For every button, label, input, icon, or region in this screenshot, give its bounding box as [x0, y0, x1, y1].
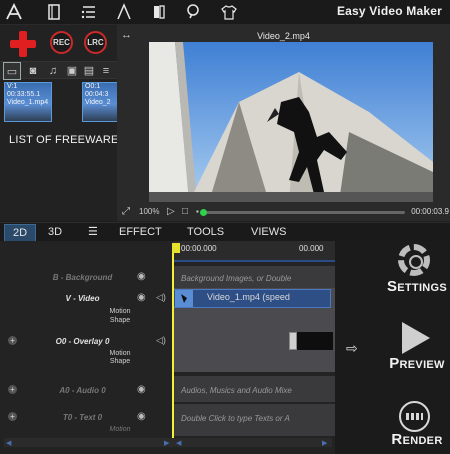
speaker-icon[interactable]: ◁) [156, 335, 166, 346]
lyrics-button[interactable]: LRC [84, 31, 107, 54]
render-button[interactable]: RENDER [384, 431, 450, 448]
play-preview-icon[interactable] [402, 322, 430, 354]
stop-icon[interactable]: □ [182, 205, 188, 219]
tab-tools[interactable]: TOOLS [187, 225, 224, 240]
clip-filename: Video_1.mp4 [7, 99, 49, 106]
eye-icon[interactable]: ◉ [137, 411, 146, 422]
settings-button[interactable]: SETTINGS [384, 278, 450, 295]
tshirt-icon[interactable] [220, 3, 238, 21]
media-tabs: ▭ ◙ ♫ ▣ ▤ ≡ [0, 61, 117, 80]
text-tab-icon[interactable]: ≡ [97, 62, 115, 80]
scroll-left-icon[interactable]: ◀ [6, 439, 11, 447]
seek-bar[interactable] [203, 211, 405, 214]
ruler-end: 00.000 [299, 244, 324, 253]
clip-thumbnail-icon [175, 290, 193, 307]
record-marker-icon[interactable]: ▪ [196, 205, 199, 219]
camera-tab-icon[interactable]: ◙ [24, 62, 42, 80]
clip-filename: Video_2 [85, 99, 111, 106]
preview-rest: REVIEW [399, 359, 445, 371]
play-icon[interactable]: ▷ [167, 205, 175, 219]
text-a-icon[interactable] [115, 3, 133, 21]
timeline-scrollbar[interactable]: ◀ ▶ ◀ ▶ [4, 438, 332, 447]
playhead[interactable] [172, 245, 174, 438]
track-label-overlay: O0 - Overlay 0 [55, 337, 110, 346]
clip-duration: 00:04:3 [85, 91, 109, 98]
track-sub-motion: Motion [109, 308, 131, 315]
track-hint-audio: Audios, Musics and Audio Mixe [181, 386, 292, 395]
preview-button[interactable]: PREVIEW [384, 355, 450, 372]
music-tab-icon[interactable]: ♫ [44, 62, 62, 80]
gear-icon[interactable] [398, 244, 430, 276]
zoom-level[interactable]: 100% [139, 205, 159, 219]
record-button[interactable]: REC [50, 31, 73, 54]
video-title: Video_2.mp4 [257, 31, 310, 41]
search-icon[interactable] [185, 3, 203, 21]
video-tab-icon[interactable]: ▭ [3, 62, 21, 80]
tab-3d[interactable]: 3D [48, 225, 62, 240]
add-media-button[interactable] [10, 31, 36, 57]
media-clip[interactable]: O0:1 00:04:3 Video_2 [82, 82, 118, 122]
clip-track: O0:1 [85, 83, 101, 90]
top-toolbar: Easy Video Maker [0, 0, 450, 25]
scroll-left-icon[interactable]: ◀ [176, 439, 181, 447]
playhead-handle[interactable] [172, 243, 180, 253]
timecode: 00:00:03.9 [411, 207, 449, 216]
seek-handle[interactable] [200, 209, 207, 216]
settings-cap: S [386, 278, 398, 295]
app-title: Easy Video Maker [336, 4, 442, 18]
scroll-right-icon[interactable]: ▶ [322, 439, 327, 447]
image-tab-icon[interactable]: ▣ [63, 62, 81, 80]
tab-2d[interactable]: 2D [4, 224, 36, 242]
clip-trim-handle[interactable] [289, 332, 297, 350]
tab-views[interactable]: VIEWS [251, 225, 286, 240]
ruler-start: 00:00.000 [181, 244, 217, 253]
tab-effect[interactable]: EFFECT [119, 225, 162, 240]
list-icon[interactable]: ☰ [88, 225, 98, 240]
track-sub-shape: Shape [109, 358, 131, 365]
eye-icon[interactable]: ◉ [137, 292, 146, 303]
clip-track: V:1 [7, 83, 18, 90]
media-caption: LIST OF FREEWARE [9, 134, 119, 146]
timeline-clip-label: Video_1.mp4 (speed [207, 292, 290, 302]
render-rest: ENDER [402, 435, 443, 447]
track-sub-motion: Motion [109, 350, 131, 357]
clip-duration: 00:33:55.1 [7, 91, 41, 98]
track-sub-shape: Shape [109, 317, 131, 324]
render-film-icon[interactable] [399, 401, 430, 432]
speaker-icon[interactable]: ◁) [156, 292, 166, 303]
clapper-tab-icon[interactable]: ▤ [80, 62, 98, 80]
video-frame[interactable] [149, 42, 433, 202]
track-sub-motion: Motion [109, 426, 131, 433]
settings-rest: ETTINGS [397, 282, 448, 294]
expand-arrow-icon[interactable]: ⇨ [346, 340, 358, 357]
app-window: Easy Video Maker REC LRC ▭ ◙ ♫ ▣ ▤ ≡ V:1… [0, 0, 450, 454]
logo-icon[interactable] [5, 2, 23, 21]
main-tabbar: 2D 3D ☰ EFFECT TOOLS VIEWS [0, 222, 450, 242]
media-clip[interactable]: V:1 00:33:55.1 Video_1.mp4 [4, 82, 52, 122]
render-cap: R [391, 431, 403, 448]
fullscreen-icon[interactable]: ⤢ [122, 205, 130, 219]
track-hint-text: Double Click to type Texts or A [181, 414, 290, 423]
book-icon[interactable] [45, 3, 63, 21]
scroll-right-icon[interactable]: ▶ [164, 439, 169, 447]
preview-cap: P [389, 355, 400, 372]
track-hint-background: Background Images, or Double [181, 274, 292, 283]
eye-icon[interactable]: ◉ [137, 384, 146, 395]
eye-icon[interactable]: ◉ [137, 271, 146, 282]
settings-list-icon[interactable] [80, 3, 98, 21]
clip-icon[interactable] [150, 3, 168, 21]
